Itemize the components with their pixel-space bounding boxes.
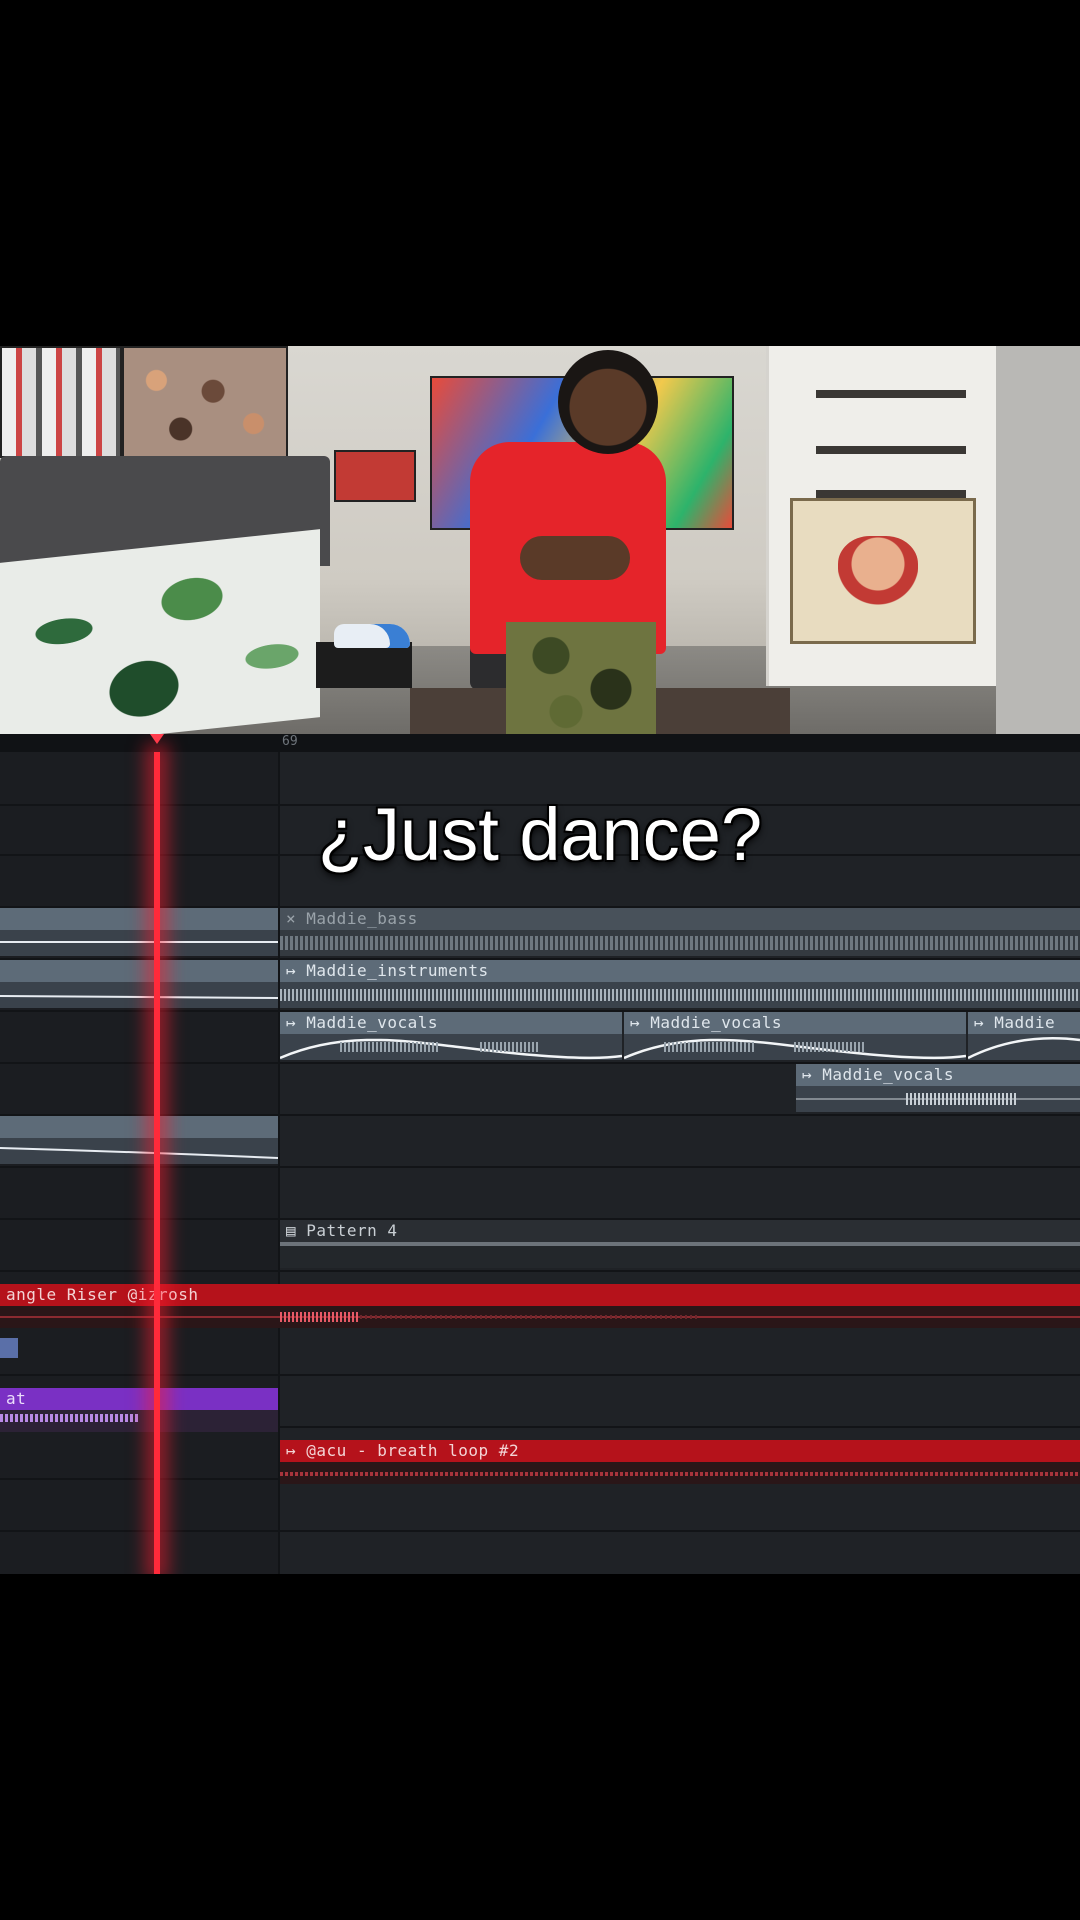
video-caption: ¿Just dance? <box>317 793 763 876</box>
track-divider <box>0 1270 1080 1272</box>
audio-clip-icon: ↦ <box>286 1441 297 1460</box>
clip-name: Maddie_vocals <box>822 1065 955 1084</box>
track-divider <box>0 1530 1080 1532</box>
shoebox <box>316 642 412 688</box>
shelf <box>816 490 966 498</box>
sneaker-poster <box>0 346 122 458</box>
pattern-clip-icon: ▤ <box>286 1221 297 1240</box>
clip-name: Maddie_vocals <box>306 1013 439 1032</box>
clip-name: Pattern 4 <box>306 1221 398 1240</box>
bed <box>0 529 320 734</box>
video-frame <box>0 346 1080 734</box>
clip-riser[interactable]: angle Riser @izrosh <box>0 1284 1080 1328</box>
waveform <box>0 1414 140 1422</box>
clip-breath-loop[interactable]: ↦ @acu - breath loop #2 <box>280 1440 1080 1484</box>
audio-clip-left[interactable] <box>0 1116 278 1164</box>
clip-maddie-vocals[interactable]: ↦ Maddie <box>968 1012 1080 1060</box>
bar-number: 69 <box>282 734 298 749</box>
clip-name: @acu - breath loop #2 <box>306 1441 520 1460</box>
wanted-poster-face <box>838 536 918 606</box>
shelf <box>816 446 966 454</box>
envelope <box>0 1147 278 1159</box>
person-shorts <box>506 622 656 734</box>
waveform <box>280 1038 622 1060</box>
playhead-marker[interactable] <box>150 734 164 744</box>
clip-pattern-4[interactable]: ▤ Pattern 4 <box>280 1220 1080 1268</box>
audio-clip-icon: ↦ <box>286 1013 297 1032</box>
waveform <box>280 989 1080 1001</box>
waveform <box>0 1312 1080 1322</box>
clip-maddie-instruments[interactable]: ↦ Maddie_instruments <box>280 960 1080 1008</box>
clip-maddie-bass[interactable]: × Maddie_bass <box>280 908 1080 956</box>
person-head <box>558 350 658 454</box>
door-frame <box>996 346 1080 734</box>
pattern-notes <box>280 1242 1080 1246</box>
clip-name: Maddie_instruments <box>306 961 489 980</box>
clip-name: Maddie <box>994 1013 1056 1032</box>
waveform <box>796 1093 1080 1105</box>
audio-clip-left[interactable] <box>0 908 278 956</box>
waveform <box>280 936 1080 950</box>
clip-maddie-vocals[interactable]: ↦ Maddie_vocals <box>624 1012 966 1060</box>
small-poster <box>334 450 416 502</box>
audio-clip-left[interactable] <box>0 960 278 1008</box>
person-arm <box>520 536 630 580</box>
audio-clip-icon: ↦ <box>286 961 297 980</box>
clip-name: Maddie_bass <box>306 909 418 928</box>
track-divider <box>0 1166 1080 1168</box>
small-clip[interactable] <box>0 1338 18 1358</box>
waveform <box>624 1038 966 1060</box>
audio-clip-icon: ↦ <box>802 1065 813 1084</box>
track-divider <box>0 1374 1080 1376</box>
sneaker <box>334 624 410 648</box>
faces-poster <box>122 346 288 458</box>
clip-purple[interactable]: at <box>0 1388 278 1432</box>
clip-name: at <box>6 1389 27 1408</box>
clip-name: angle Riser @izrosh <box>6 1285 199 1304</box>
audio-clip-icon: ↦ <box>974 1013 985 1032</box>
clip-maddie-vocals[interactable]: ↦ Maddie_vocals <box>796 1064 1080 1112</box>
waveform <box>280 1472 1080 1476</box>
audio-clip-icon: ↦ <box>630 1013 641 1032</box>
muted-icon: × <box>286 909 297 928</box>
envelope <box>0 995 278 999</box>
clip-name: Maddie_vocals <box>650 1013 783 1032</box>
shelf <box>816 390 966 398</box>
waveform <box>968 1037 1080 1060</box>
clip-maddie-vocals[interactable]: ↦ Maddie_vocals <box>280 1012 622 1060</box>
envelope <box>0 941 278 943</box>
